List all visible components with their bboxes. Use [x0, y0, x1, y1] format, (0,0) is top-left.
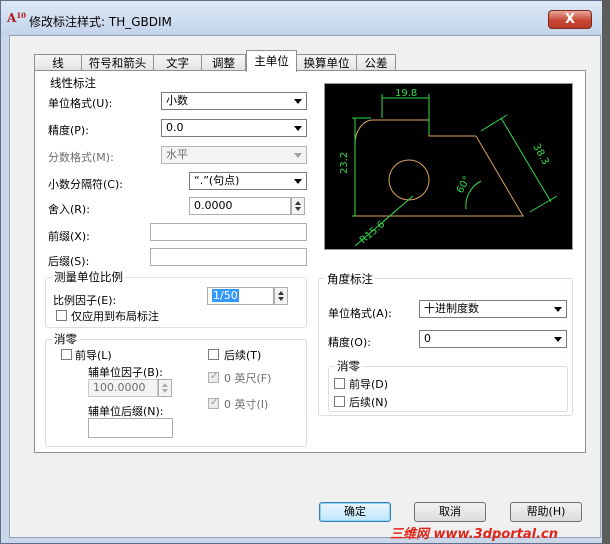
tab-symbols-arrows[interactable]: 符号和箭头	[81, 54, 154, 71]
tab-alternate-units[interactable]: 换算单位	[296, 54, 357, 71]
angular-unit-format-label: 单位格式(A):	[328, 307, 392, 320]
preview-dim-angle: 60°	[455, 175, 473, 196]
sub-unit-suffix-label: 辅单位后缀(N):	[88, 405, 164, 418]
decimal-separator-value: “.”(句点)	[194, 174, 240, 187]
layout-only-checkbox[interactable]	[56, 310, 67, 321]
linear-dims-heading: 线性标注	[48, 75, 98, 91]
measurement-scale-heading: 测量单位比例	[52, 269, 125, 285]
chevron-down-icon	[554, 307, 562, 312]
angular-trailing-label: 后续(N)	[349, 396, 388, 409]
close-icon: X	[564, 12, 576, 27]
tab-fit[interactable]: 调整	[201, 54, 246, 71]
dimension-preview: 19.8 23.2 38.3 60° R15.6	[324, 83, 573, 250]
angular-trailing-checkbox[interactable]	[334, 396, 345, 407]
tab-primary-units[interactable]: 主单位	[246, 50, 297, 72]
prefix-label: 前缀(X):	[48, 230, 90, 243]
angular-dims-heading: 角度标注	[325, 271, 375, 287]
spin-up-icon	[162, 383, 168, 387]
preview-dim-top: 19.8	[395, 88, 417, 99]
spin-down-icon	[162, 389, 168, 393]
scale-factor-value: 1/50	[212, 289, 239, 302]
tab-lines[interactable]: 线	[34, 54, 82, 71]
ok-button[interactable]: 确定	[319, 502, 391, 522]
checkmark-icon: ✓	[210, 371, 219, 382]
precision-label: 精度(P):	[48, 124, 89, 137]
angular-unit-format-value: 十进制度数	[424, 302, 479, 315]
suffix-input[interactable]	[150, 248, 307, 266]
sub-unit-suffix-input[interactable]	[88, 418, 173, 438]
zero-inches-checkbox[interactable]: ✓	[208, 397, 219, 409]
spin-down-icon	[295, 207, 301, 211]
unit-format-value: 小数	[166, 94, 188, 107]
layout-only-label: 仅应用到布局标注	[71, 310, 159, 323]
sub-unit-factor-input[interactable]: 100.0000	[88, 379, 158, 397]
precision-value: 0.0	[166, 121, 184, 134]
background-edge	[602, 0, 610, 544]
scale-factor-input[interactable]: 1/50	[207, 287, 274, 305]
trailing-zero-label: 后续(T)	[224, 349, 262, 362]
scale-factor-spinner[interactable]	[274, 287, 288, 305]
preview-dim-radius: R15.6	[358, 219, 387, 246]
preview-dimension-texts: 19.8 23.2 38.3 60° R15.6	[339, 88, 551, 246]
angular-precision-value: 0	[424, 332, 431, 345]
zero-feet-label: 0 英尺(F)	[224, 372, 272, 385]
close-button[interactable]: X	[548, 10, 592, 29]
leading-zero-checkbox[interactable]	[61, 349, 72, 360]
unit-format-select[interactable]: 小数	[161, 92, 307, 110]
zero-suppression-linear-heading: 消零	[52, 331, 79, 347]
round-off-input[interactable]: 0.0000	[189, 197, 291, 215]
zero-inches-label: 0 英寸(I)	[224, 398, 269, 411]
spin-down-icon	[278, 297, 284, 301]
spin-up-icon	[278, 291, 284, 295]
fraction-format-label: 分数格式(M):	[48, 151, 114, 164]
trailing-zero-checkbox[interactable]	[208, 349, 219, 360]
tab-text[interactable]: 文字	[153, 54, 202, 71]
angular-leading-label: 前导(D)	[349, 378, 389, 391]
chevron-down-icon	[294, 126, 302, 131]
preview-dim-right: 38.3	[530, 142, 550, 167]
zero-suppression-angular-heading: 消零	[335, 358, 362, 374]
precision-select[interactable]: 0.0	[161, 119, 307, 137]
spin-up-icon	[295, 201, 301, 205]
scale-factor-label: 比例因子(E):	[53, 294, 117, 307]
decimal-separator-select[interactable]: “.”(句点)	[189, 172, 307, 190]
leading-zero-label: 前导(L)	[75, 349, 112, 362]
round-off-label: 舍入(R):	[48, 203, 90, 216]
chevron-down-icon	[294, 99, 302, 104]
fraction-format-select[interactable]: 水平	[161, 146, 307, 164]
angular-precision-label: 精度(O):	[328, 336, 371, 349]
decimal-separator-label: 小数分隔符(C):	[48, 178, 123, 191]
help-button[interactable]: 帮助(H)	[510, 502, 582, 522]
angular-unit-format-select[interactable]: 十进制度数	[419, 300, 567, 318]
zero-feet-checkbox[interactable]: ✓	[208, 371, 219, 383]
angular-precision-select[interactable]: 0	[419, 330, 567, 348]
autocad-app-icon: A10	[7, 11, 27, 25]
chevron-down-icon	[554, 337, 562, 342]
round-off-spinner[interactable]	[291, 197, 305, 215]
sub-unit-factor-spinner[interactable]	[158, 379, 172, 397]
fraction-format-value: 水平	[166, 148, 188, 161]
title-bar[interactable]: A10 修改标注样式: TH_GBDIM X	[1, 1, 609, 35]
window-title: 修改标注样式: TH_GBDIM	[29, 15, 172, 29]
angular-leading-checkbox[interactable]	[334, 378, 345, 389]
chevron-down-icon	[294, 153, 302, 158]
unit-format-label: 单位格式(U):	[48, 97, 113, 110]
watermark: 三维网 www.3dportal.cn	[390, 527, 559, 542]
sub-unit-factor-label: 辅单位因子(B):	[88, 366, 163, 379]
preview-part-geometry	[354, 119, 524, 217]
checkmark-icon: ✓	[210, 397, 219, 408]
preview-dim-left: 23.2	[339, 152, 350, 174]
prefix-input[interactable]	[150, 223, 307, 241]
cancel-button[interactable]: 取消	[414, 502, 486, 522]
preview-drawing: 19.8 23.2 38.3 60° R15.6	[339, 88, 558, 247]
chevron-down-icon	[294, 179, 302, 184]
tab-tolerances[interactable]: 公差	[356, 54, 396, 71]
suffix-label: 后缀(S):	[48, 255, 90, 268]
